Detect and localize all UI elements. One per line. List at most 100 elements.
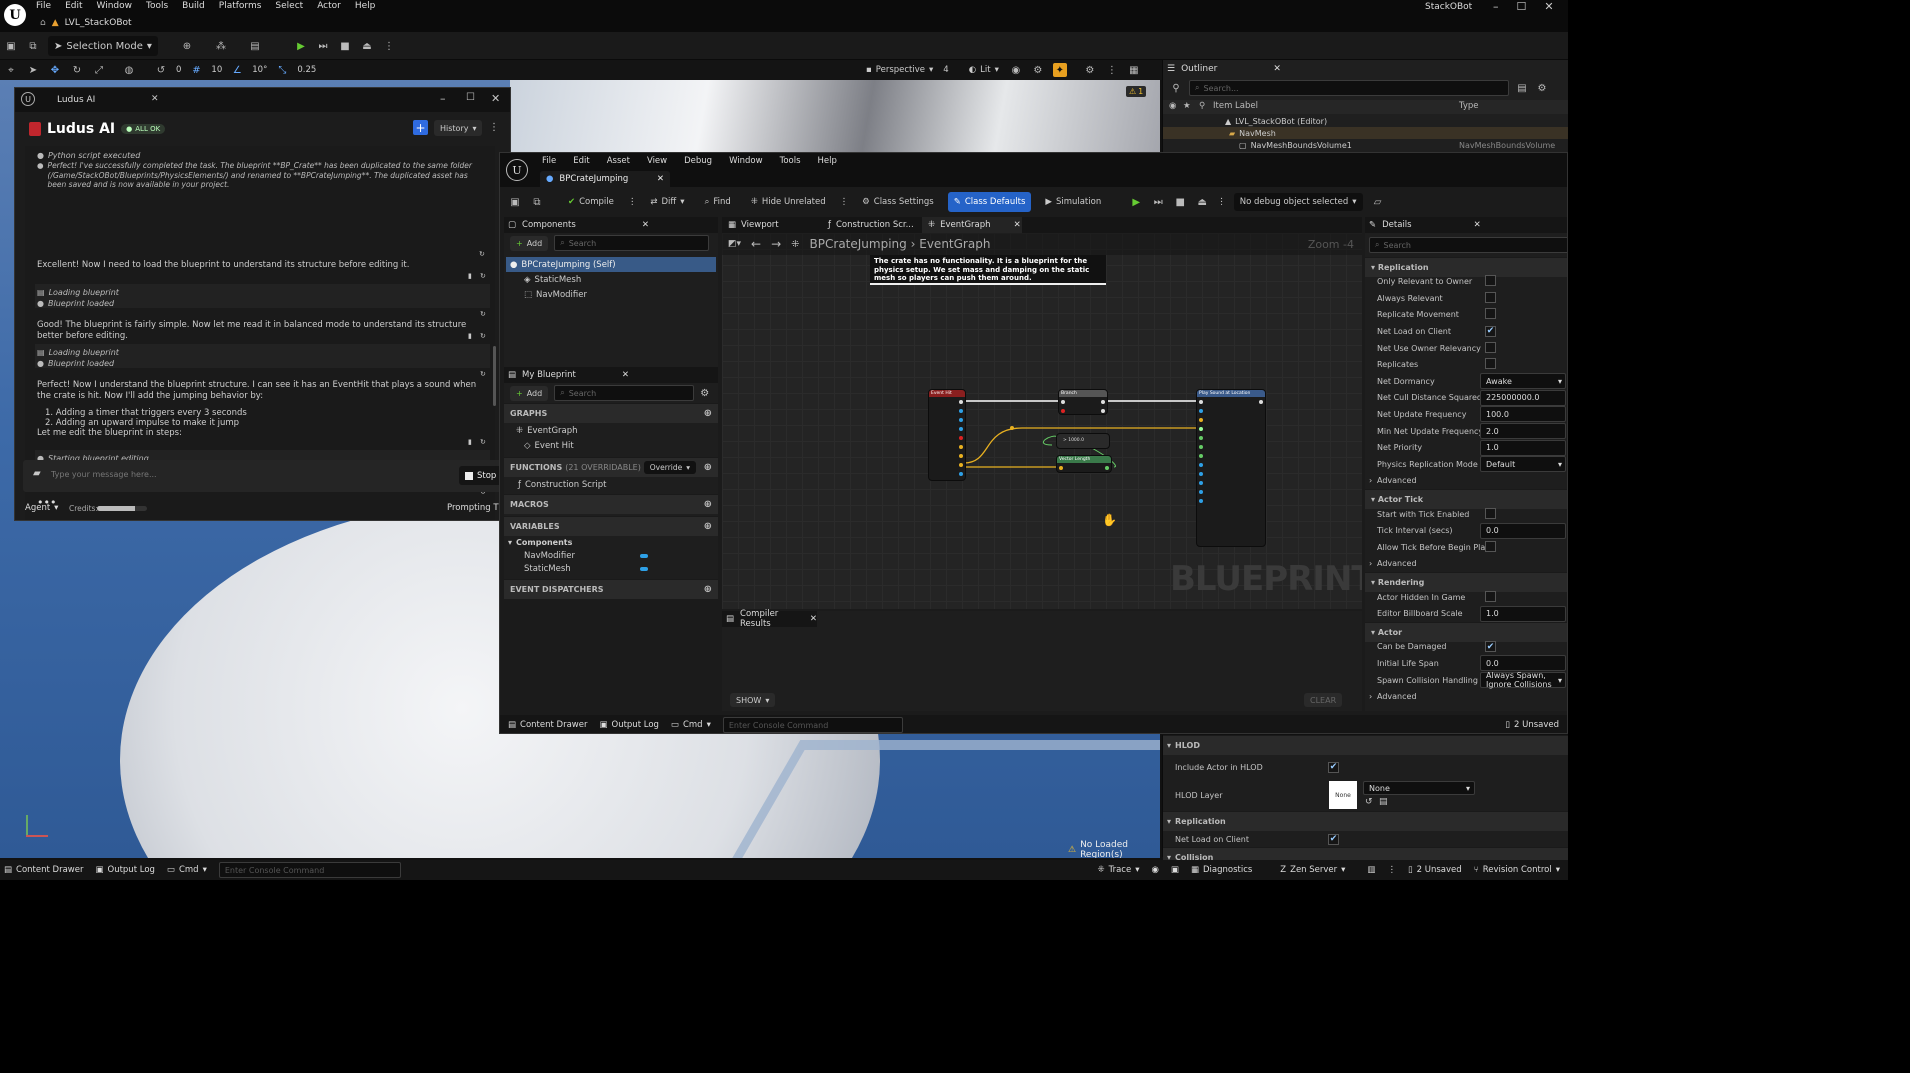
select-icon[interactable]: ➤ xyxy=(26,63,40,77)
refresh-icon[interactable]: ↻ xyxy=(479,250,485,258)
macros-section[interactable]: MACROS ⊕ xyxy=(504,494,718,514)
transform-icon[interactable]: ⌖ xyxy=(4,63,18,77)
close-tab-icon[interactable]: ✕ xyxy=(657,174,664,184)
bp-menu-item-help[interactable]: Help xyxy=(818,156,837,166)
chat-scrollbar[interactable] xyxy=(493,346,496,406)
advanced-expander[interactable]: › Advanced xyxy=(1365,556,1567,572)
class-defaults-button[interactable]: ✎ Class Defaults xyxy=(947,192,1032,212)
functions-section[interactable]: FUNCTIONS (21 OVERRIDABLE) Override ▾ ⊕ xyxy=(504,457,718,477)
debug-select-icon[interactable]: ▱ xyxy=(1371,195,1385,209)
hlod-section[interactable]: ▾ HLOD xyxy=(1163,735,1568,755)
ludus-tab[interactable]: Ludus AI xyxy=(57,95,95,105)
details-tab[interactable]: ✎ Details ✕ xyxy=(1365,217,1567,233)
surface-snap-icon[interactable]: ↺ xyxy=(154,63,168,77)
more-icon[interactable]: ⋮ xyxy=(489,122,499,133)
variables-section[interactable]: VARIABLES ⊕ xyxy=(504,516,718,536)
min-net-update-frequency-input[interactable]: 2.0 xyxy=(1480,423,1566,439)
more-icon[interactable]: ⋮ xyxy=(382,39,396,53)
selection-mode-dropdown[interactable]: ➤ Selection Mode ▾ xyxy=(48,36,158,56)
maximize-button[interactable]: ☐ xyxy=(466,92,475,103)
net-update-frequency-input[interactable]: 100.0 xyxy=(1480,406,1566,423)
more-icon[interactable]: ⋮ xyxy=(1105,63,1119,77)
branch-node[interactable]: Branch xyxy=(1058,389,1108,415)
bp-menu-item-view[interactable]: View xyxy=(647,156,667,166)
replication-3-checkbox[interactable]: ✔ xyxy=(1485,325,1496,337)
minimize-button[interactable]: – xyxy=(1493,0,1499,13)
variables-category[interactable]: ▾ Components xyxy=(504,536,718,549)
add-actor-icon[interactable]: ⊕ xyxy=(180,39,194,53)
message-input[interactable]: Type your message here... xyxy=(51,470,431,479)
list-item[interactable]: ▰ NavMesh xyxy=(1163,127,1568,139)
bp-menu-item-debug[interactable]: Debug xyxy=(684,156,712,166)
debug-object-dropdown[interactable]: No debug object selected ▾ xyxy=(1233,193,1363,211)
close-button[interactable]: ✕ xyxy=(491,92,500,105)
diff-button[interactable]: ⇄ Diff ▾ xyxy=(644,192,690,212)
tick-before-begin-play-checkbox[interactable] xyxy=(1485,540,1496,552)
diagnostics-button[interactable]: ▦ Diagnostics xyxy=(1191,865,1252,875)
tree-item-eventhit[interactable]: ◇ Event Hit xyxy=(504,438,718,453)
trace-dropdown[interactable]: ⁜ Trace ▾ xyxy=(1098,865,1140,875)
content-icon[interactable]: ⧉ xyxy=(26,39,40,53)
close-tab-icon[interactable]: ✕ xyxy=(1474,220,1481,230)
close-tab-icon[interactable]: ✕ xyxy=(622,370,629,380)
more-icon[interactable]: ⋮ xyxy=(840,197,849,207)
tick-interval-input[interactable]: 0.0 xyxy=(1480,522,1566,539)
stop-icon[interactable]: ■ xyxy=(1173,195,1187,209)
add-icon[interactable]: ⊕ xyxy=(704,462,712,473)
highlight-icon[interactable]: ✦ xyxy=(1052,63,1067,77)
include-hlod-checkbox[interactable]: ✔ xyxy=(1328,761,1339,773)
record-icon[interactable]: ◉ xyxy=(1151,865,1158,875)
content-drawer-button[interactable]: ▤ Content Drawer xyxy=(4,865,83,875)
compile-button[interactable]: ✔ Compile xyxy=(562,192,620,212)
play-sound-node[interactable]: Play Sound at Location xyxy=(1196,389,1266,547)
bp-menu-item-asset[interactable]: Asset xyxy=(607,156,630,166)
hlod-layer-dropdown[interactable]: None ▾ xyxy=(1363,781,1475,795)
cmd-dropdown[interactable]: ▭ Cmd ▾ xyxy=(167,865,207,875)
play-icon[interactable]: ▶ xyxy=(1129,195,1143,209)
more-icon[interactable]: ⋮ xyxy=(1217,197,1226,207)
add-member-button[interactable]: + Add xyxy=(510,385,549,401)
refresh-icon[interactable]: ↻ xyxy=(480,438,486,446)
layout-icon[interactable]: ▦ xyxy=(1127,63,1141,77)
menu-item-window[interactable]: Window xyxy=(97,1,133,11)
unsaved-indicator[interactable]: ▯ 2 Unsaved xyxy=(1505,720,1559,730)
details-search-input[interactable]: ⌕ Search xyxy=(1369,237,1567,253)
tab-event-graph[interactable]: ⁜ EventGraph ✕ xyxy=(922,217,1022,233)
component-item[interactable]: ⬚ NavModifier xyxy=(504,287,718,302)
tab-viewport[interactable]: ▦ Viewport xyxy=(722,220,822,230)
bp-menu-item-tools[interactable]: Tools xyxy=(780,156,801,166)
close-tab-icon[interactable]: ✕ xyxy=(151,94,159,104)
refresh-icon[interactable]: ↻ xyxy=(480,370,486,378)
component-item[interactable]: ● BPCrateJumping (Self) xyxy=(506,257,716,272)
screenshot-icon[interactable]: ▣ xyxy=(1171,865,1179,875)
cmd-dropdown[interactable]: ▭ Cmd ▾ xyxy=(671,720,711,730)
start-with-tick-checkbox[interactable] xyxy=(1485,507,1496,519)
rotate-icon[interactable]: ↻ xyxy=(70,63,84,77)
console-input[interactable]: Enter Console Command xyxy=(218,862,401,878)
scale-icon[interactable]: ⤢ xyxy=(92,63,106,77)
history-button[interactable]: History ▾ xyxy=(434,120,483,136)
scale-snap-icon[interactable]: ⤡ xyxy=(275,63,289,77)
refresh-icon[interactable]: ↻ xyxy=(480,332,486,340)
can-be-damaged-checkbox[interactable]: ✔ xyxy=(1485,641,1496,653)
snap-zero[interactable]: 0 xyxy=(176,65,181,75)
tree-item-construction-script[interactable]: ƒ Construction Script xyxy=(504,477,718,492)
realtime-icon[interactable]: ⚙ xyxy=(1031,63,1045,77)
show-dropdown[interactable]: SHOW ▾ xyxy=(730,693,776,707)
add-icon[interactable]: ⊕ xyxy=(704,521,712,532)
clear-button[interactable]: CLEAR xyxy=(1304,693,1343,707)
menu-item-help[interactable]: Help xyxy=(355,1,376,11)
spawn-collision-dropdown[interactable]: Always Spawn, Ignore Collisions ▾ xyxy=(1480,671,1566,689)
add-icon[interactable]: ⊕ xyxy=(704,584,712,595)
bp-menu-item-edit[interactable]: Edit xyxy=(573,156,589,166)
save-icon[interactable]: ▣ xyxy=(508,195,522,209)
pin-icon[interactable]: ⚲ xyxy=(1199,101,1205,111)
menu-item-select[interactable]: Select xyxy=(275,1,303,11)
bp-menu-item-file[interactable]: File xyxy=(542,156,556,166)
net-load-checkbox[interactable]: ✔ xyxy=(1328,833,1339,845)
blueprints-icon[interactable]: ⁂ xyxy=(214,39,228,53)
add-icon[interactable]: ⊕ xyxy=(704,408,712,419)
stop-icon[interactable]: ■ xyxy=(338,39,352,53)
move-icon[interactable]: ✥ xyxy=(48,63,62,77)
vector-length-node[interactable]: Vector Length xyxy=(1056,455,1112,473)
